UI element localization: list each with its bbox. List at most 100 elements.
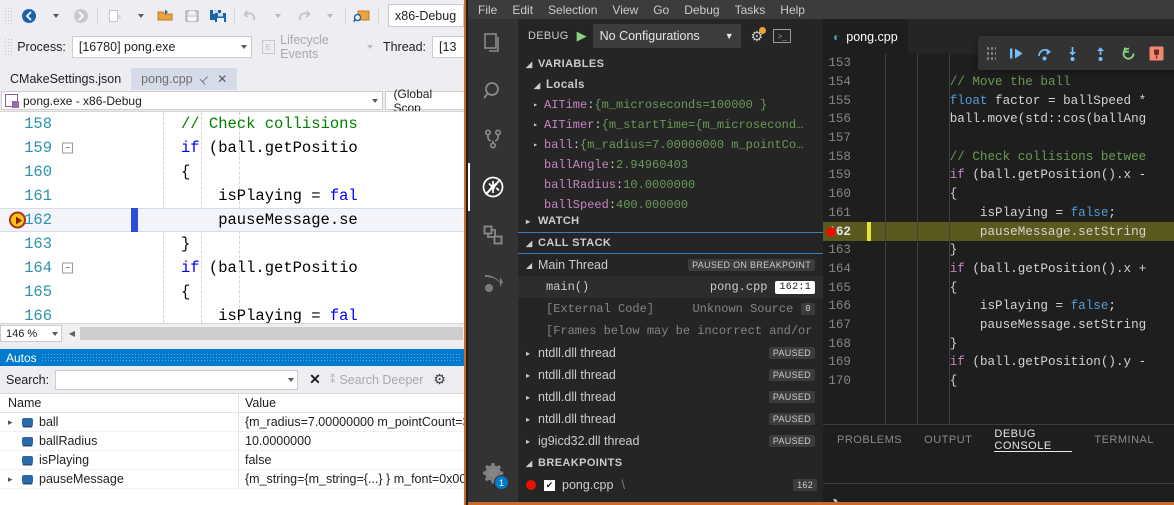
- gear-icon[interactable]: ⚙: [433, 371, 446, 388]
- step-into-icon[interactable]: [1058, 39, 1086, 67]
- chevron-right-icon[interactable]: ▸: [526, 349, 538, 358]
- variable-row[interactable]: ballAngle: 2.94960403: [518, 155, 823, 175]
- menu-item-tasks[interactable]: Tasks: [735, 3, 766, 17]
- variable-row[interactable]: ballRadius: 10.0000000: [518, 175, 823, 195]
- search-icon[interactable]: [468, 67, 518, 115]
- vs-code-line[interactable]: 158// Check collisions: [0, 112, 464, 136]
- step-out-icon[interactable]: [1086, 39, 1114, 67]
- zoom-level-select[interactable]: 146 %: [0, 325, 62, 342]
- new-item-dropdown[interactable]: [127, 4, 153, 28]
- clear-search-icon[interactable]: ✕: [309, 371, 321, 388]
- start-debug-icon[interactable]: ▶: [577, 28, 587, 44]
- restart-icon[interactable]: [1114, 39, 1142, 67]
- code-line[interactable]: 163 }: [823, 241, 1174, 260]
- collapse-icon[interactable]: −: [62, 143, 73, 154]
- breakpoint-dot-icon[interactable]: [526, 480, 536, 490]
- callstack-thread-row[interactable]: ▸ntdll.dll threadPAUSED: [518, 364, 823, 386]
- menu-item-debug[interactable]: Debug: [684, 3, 719, 17]
- breakpoint-row[interactable]: ✔pong.cpp\162: [518, 474, 823, 496]
- callstack-thread-row[interactable]: ▸ntdll.dll threadPAUSED: [518, 408, 823, 430]
- open-debug-console-icon[interactable]: >_: [773, 29, 791, 43]
- table-row[interactable]: ▸ball{m_radius=7.00000000 m_pointCount=3…: [0, 413, 464, 432]
- variable-row[interactable]: ▸AITime: {m_microseconds=100000 }: [518, 95, 823, 115]
- section-header-breakpoints[interactable]: ◢ BREAKPOINTS: [518, 452, 823, 474]
- stop-icon[interactable]: [1142, 39, 1170, 67]
- callstack-frame-row[interactable]: [Frames below may be incorrect and/or: [518, 320, 823, 342]
- scroll-left-icon[interactable]: ◀: [65, 326, 79, 341]
- expander-icon[interactable]: ▸: [518, 100, 544, 110]
- callstack-thread-row[interactable]: ▸ntdll.dll threadPAUSED: [518, 386, 823, 408]
- code-line[interactable]: 166 isPlaying = false;: [823, 297, 1174, 316]
- menu-item-file[interactable]: File: [478, 3, 497, 17]
- menu-item-view[interactable]: View: [612, 3, 638, 17]
- callstack-frame-row[interactable]: [External Code]Unknown Source0: [518, 298, 823, 320]
- panel-tab-terminal[interactable]: TERMINAL: [1094, 425, 1154, 455]
- callstack-frame-row[interactable]: main()pong.cpp162:1: [518, 276, 823, 298]
- vs-code-line[interactable]: 165{: [0, 280, 464, 304]
- chevron-right-icon[interactable]: ▸: [526, 437, 538, 446]
- chevron-right-icon[interactable]: ▸: [526, 415, 538, 424]
- code-line[interactable]: 170 {: [823, 372, 1174, 391]
- section-header-variables[interactable]: ◢ VARIABLES: [518, 53, 823, 75]
- toolbar-grip[interactable]: [4, 7, 13, 25]
- section-header-callstack[interactable]: ◢ CALL STACK: [518, 232, 823, 254]
- code-line[interactable]: 159 if (ball.getPosition().x -: [823, 166, 1174, 185]
- callstack-thread-row[interactable]: ◢Main ThreadPAUSED ON BREAKPOINT: [518, 254, 823, 276]
- new-item-icon[interactable]: [101, 4, 127, 28]
- settings-gear-icon[interactable]: 1: [468, 449, 518, 497]
- tab-cmakesettings[interactable]: CMakeSettings.json: [0, 68, 131, 90]
- code-line[interactable]: 158 // Check collisions betwee: [823, 147, 1174, 166]
- debug-settings-gear-icon[interactable]: ⚙: [751, 28, 764, 45]
- menu-item-go[interactable]: Go: [653, 3, 669, 17]
- variable-name-cell[interactable]: ▸ball: [0, 413, 239, 431]
- vs-code-line[interactable]: 163}: [0, 232, 464, 256]
- callstack-thread-row[interactable]: ▸ntdll.dll threadPAUSED: [518, 342, 823, 364]
- chevron-right-icon[interactable]: ▸: [526, 371, 538, 380]
- redo-dropdown[interactable]: [316, 4, 342, 28]
- expander-icon[interactable]: ▸: [518, 140, 544, 150]
- explorer-icon[interactable]: [468, 19, 518, 67]
- horizontal-scrollbar[interactable]: ◀: [65, 326, 464, 341]
- code-line[interactable]: 162 pauseMessage.setString: [823, 222, 1174, 241]
- execution-pointer-icon[interactable]: [9, 212, 26, 229]
- scrollbar-thumb[interactable]: [80, 327, 463, 340]
- open-file-icon[interactable]: [153, 4, 179, 28]
- code-line[interactable]: 165 {: [823, 278, 1174, 297]
- debug-configuration-select[interactable]: No Configurations ▼: [593, 24, 741, 48]
- variable-row[interactable]: ▸AITimer: {m_startTime={m_microsecond…: [518, 115, 823, 135]
- vs-code-editor[interactable]: 158// Check collisions159−if (ball.getPo…: [0, 111, 464, 323]
- vs-code-line[interactable]: 161 isPlaying = fal: [0, 184, 464, 208]
- menu-item-selection[interactable]: Selection: [548, 3, 597, 17]
- expander-icon[interactable]: ▸: [8, 474, 22, 485]
- chevron-right-icon[interactable]: ▸: [526, 393, 538, 402]
- vs-code-line[interactable]: 160{: [0, 160, 464, 184]
- vs-code-line[interactable]: 159−if (ball.getPositio: [0, 136, 464, 160]
- code-line[interactable]: 156 ball.move(std::cos(ballAng: [823, 110, 1174, 129]
- code-line[interactable]: 164 if (ball.getPosition().x +: [823, 260, 1174, 279]
- undo-dropdown[interactable]: [264, 4, 290, 28]
- chevron-down-icon[interactable]: ◢: [526, 261, 538, 270]
- table-row[interactable]: ▸pauseMessage{m_string={m_string={...} }…: [0, 470, 464, 489]
- editor-tab-pong-cpp[interactable]: ◐ pong.cpp: [823, 19, 908, 54]
- code-line[interactable]: 157: [823, 129, 1174, 148]
- navigate-forward-icon[interactable]: [68, 4, 94, 28]
- variable-name-cell[interactable]: ▸pauseMessage: [0, 470, 239, 488]
- code-line[interactable]: 155 float factor = ballSpeed *: [823, 91, 1174, 110]
- global-scope-combo[interactable]: (Global Scop: [385, 91, 464, 110]
- extensions-icon[interactable]: [468, 211, 518, 259]
- code-line[interactable]: 167 pauseMessage.setString: [823, 316, 1174, 335]
- variable-row[interactable]: ballSpeed: 400.000000: [518, 195, 823, 210]
- expander-icon[interactable]: ▸: [518, 120, 544, 130]
- vscode-code-lines[interactable]: 153154 // Move the ball155 float factor …: [823, 54, 1174, 424]
- table-row[interactable]: ballRadius10.0000000: [0, 432, 464, 451]
- tab-pong-cpp[interactable]: pong.cpp ⊥ ✕: [131, 68, 237, 90]
- code-line[interactable]: 154 // Move the ball: [823, 73, 1174, 92]
- process-combo[interactable]: [16780] pong.exe: [72, 36, 252, 58]
- breakpoint-checkbox[interactable]: ✔: [544, 480, 555, 491]
- collapse-icon[interactable]: −: [62, 263, 73, 274]
- toolbar-drag-handle[interactable]: [986, 46, 996, 60]
- navigate-back-icon[interactable]: [16, 4, 42, 28]
- variable-name-cell[interactable]: isPlaying: [0, 451, 239, 469]
- code-line[interactable]: 160 {: [823, 185, 1174, 204]
- table-row[interactable]: isPlayingfalse: [0, 451, 464, 470]
